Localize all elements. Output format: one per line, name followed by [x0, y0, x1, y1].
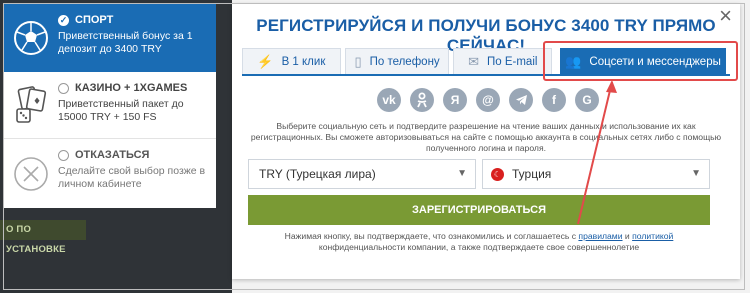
- soccer-ball-icon: [3, 4, 58, 72]
- bonus-title-refuse: ОТКАЗАТЬСЯ: [75, 149, 150, 161]
- social-buttons: vk Я @ f G: [232, 88, 740, 112]
- yandex-icon[interactable]: Я: [443, 88, 467, 112]
- mailru-icon[interactable]: @: [476, 88, 500, 112]
- agreement-post: конфиденциальности компании, а также под…: [318, 242, 640, 252]
- highlight-annotation: [543, 41, 738, 81]
- phone-icon: ▯: [354, 53, 362, 69]
- casino-cards-icon: ♦: [3, 72, 58, 138]
- bonus-desc-sport: Приветственный бонус за 1 депозит до 340…: [58, 30, 193, 55]
- currency-value: TRY (Турецкая лира): [259, 167, 376, 181]
- envelope-icon: ✉: [468, 53, 479, 69]
- tab-label: В 1 клик: [281, 55, 326, 68]
- radio-sport[interactable]: [58, 14, 69, 26]
- turkey-flag-icon: ☾: [491, 167, 504, 181]
- agreement-text: Нажимая кнопку, вы подтверждаете, что оз…: [248, 231, 710, 253]
- agreement-pre: Нажимая кнопку, вы подтверждаете, что оз…: [284, 231, 579, 241]
- close-circle-icon: [3, 139, 58, 208]
- country-select[interactable]: ☾ Турция ▼: [482, 159, 710, 189]
- bonus-card-refuse[interactable]: ОТКАЗАТЬСЯ Сделайте свой выбор позже в л…: [3, 139, 216, 208]
- google-icon[interactable]: G: [575, 88, 599, 112]
- lightning-icon: ⚡: [257, 53, 274, 69]
- country-value: Турция: [512, 167, 552, 181]
- vk-icon[interactable]: vk: [377, 88, 401, 112]
- register-button[interactable]: ЗАРЕГИСТРИРОВАТЬСЯ: [248, 195, 710, 225]
- bonus-card-casino[interactable]: ♦ КАЗИНО + 1XGAMES Приветственный пакет …: [3, 72, 216, 139]
- radio-refuse[interactable]: [58, 149, 69, 161]
- currency-select[interactable]: TRY (Турецкая лира) ▼: [248, 159, 476, 189]
- rules-link[interactable]: правилами: [578, 231, 622, 241]
- bonus-title-casino: КАЗИНО + 1XGAMES: [75, 82, 188, 94]
- odnoklassniki-icon[interactable]: [410, 88, 434, 112]
- tab-one-click[interactable]: ⚡ В 1 клик: [242, 48, 341, 74]
- bonus-card-sport[interactable]: СПОРТ Приветственный бонус за 1 депозит …: [3, 4, 216, 72]
- tab-label: По телефону: [369, 55, 440, 68]
- chevron-down-icon: ▼: [457, 168, 467, 179]
- tab-email[interactable]: ✉ По E-mail: [453, 48, 553, 74]
- privacy-policy-link[interactable]: политикой: [632, 231, 673, 241]
- radio-casino[interactable]: [58, 82, 69, 94]
- bonus-desc-refuse: Сделайте свой выбор позже в личном кабин…: [58, 165, 206, 190]
- bonus-selector: СПОРТ Приветственный бонус за 1 депозит …: [3, 4, 216, 208]
- install-instructions-button[interactable]: О ПО УСТАНОВКЕ: [0, 220, 86, 255]
- telegram-icon[interactable]: [509, 88, 533, 112]
- agreement-mid: и: [622, 231, 633, 241]
- bonus-desc-casino: Приветственный пакет до 15000 TRY + 150 …: [58, 98, 184, 123]
- tab-label: По E-mail: [486, 55, 538, 68]
- svg-text:♦: ♦: [33, 97, 41, 107]
- chevron-down-icon: ▼: [691, 168, 701, 179]
- social-info-text: Выберите социальную сеть и подтвердите р…: [250, 121, 722, 153]
- bonus-title-sport: СПОРТ: [75, 14, 114, 26]
- facebook-icon[interactable]: f: [542, 88, 566, 112]
- tab-phone[interactable]: ▯ По телефону: [344, 48, 450, 74]
